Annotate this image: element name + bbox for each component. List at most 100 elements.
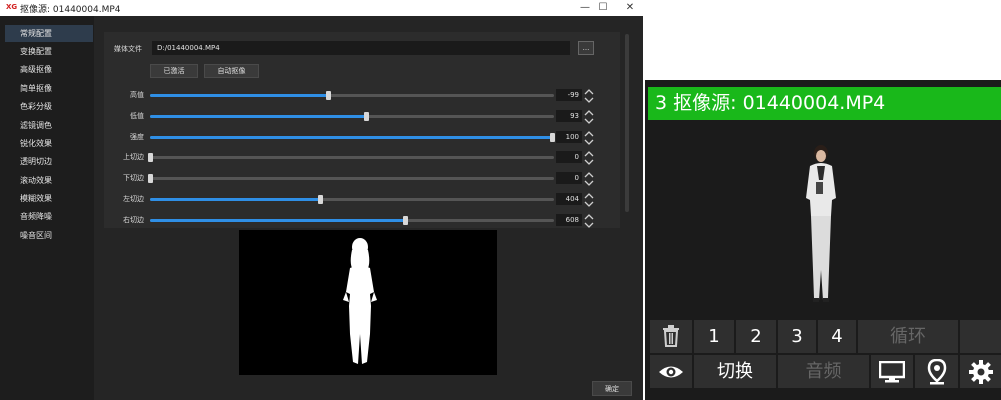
activated-button[interactable]: 已激活 [150, 64, 198, 78]
slider-handle[interactable] [549, 132, 555, 142]
auto-key-button[interactable]: 自动抠像 [204, 64, 259, 78]
sidebar-item-blur[interactable]: 模糊效果 [5, 190, 93, 207]
sidebar-item-denoise[interactable]: 音频降噪 [5, 208, 93, 225]
media-file-input[interactable] [152, 41, 570, 55]
visibility-button[interactable] [650, 355, 692, 388]
slider-handle[interactable] [325, 91, 331, 100]
left-crop-label: 左切边 [123, 195, 144, 203]
top-crop-label: 上切边 [123, 153, 144, 162]
eye-icon [659, 366, 683, 378]
delete-button[interactable] [650, 320, 692, 353]
low-value-slider[interactable] [150, 111, 554, 121]
sidebar-item-label: 变换配置 [20, 47, 52, 56]
high-value-label: 高值 [130, 91, 144, 99]
sidebar-item-sharpen[interactable]: 锐化效果 [5, 135, 93, 152]
loop-button[interactable]: 循环 [858, 320, 958, 353]
browse-button[interactable]: ... [578, 41, 594, 55]
location-button[interactable] [915, 355, 958, 388]
right-crop-label: 右切边 [123, 215, 144, 224]
top-crop-slider[interactable] [148, 153, 554, 163]
sidebar-item-label: 模糊效果 [20, 194, 52, 203]
top-crop-input[interactable]: 0 [556, 151, 582, 164]
sidebar-item-label: 锐化效果 [20, 139, 52, 148]
scrollbar[interactable] [625, 34, 629, 212]
display-button[interactable] [871, 355, 913, 388]
sidebar-item-general[interactable]: 常规配置 [5, 25, 93, 42]
sidebar-item-scroll[interactable]: 滚动效果 [5, 172, 93, 189]
slider-handle[interactable] [317, 195, 323, 204]
left-crop-slider[interactable] [150, 195, 554, 204]
slider-fill [150, 114, 367, 118]
sidebar-item-label: 滚动效果 [20, 176, 52, 185]
spin-arrows-icon[interactable] [584, 150, 594, 166]
high-value-input[interactable]: -99 [556, 89, 582, 101]
sidebar-item-label: 色彩分级 [20, 102, 52, 111]
monitor-icon [878, 360, 906, 383]
monitor-title: 3 抠像源: 01440004.MP4 [655, 92, 886, 114]
sidebar-item-label: 常规配置 [20, 29, 52, 38]
slider-handle[interactable] [402, 215, 408, 225]
app-logo: XG [6, 3, 18, 11]
sidebar: 常规配置 变换配置 高级抠像 简单抠像 色彩分级 滤镜调色 锐化效果 透明切边 … [0, 16, 94, 400]
low-value-label: 低值 [130, 111, 144, 120]
close-button[interactable]: ✕ [620, 1, 640, 15]
strength-slider[interactable] [150, 132, 555, 142]
sidebar-item-label: 音频降噪 [20, 212, 52, 221]
bottom-crop-label: 下切边 [123, 174, 144, 183]
gear-icon [968, 360, 993, 384]
sidebar-item-simple-key[interactable]: 简单抠像 [5, 80, 93, 97]
sidebar-item-crop[interactable]: 透明切边 [5, 153, 93, 170]
right-crop-input[interactable]: 608 [556, 213, 582, 226]
slider-fill [150, 198, 320, 201]
sidebar-item-label: 透明切边 [20, 157, 52, 166]
sidebar-item-color-grading[interactable]: 色彩分级 [5, 98, 93, 115]
slider-fill [150, 135, 552, 139]
sidebar-item-noise-range[interactable]: 噪音区间 [5, 227, 93, 244]
slider-handle[interactable] [364, 111, 370, 121]
spin-arrows-icon[interactable] [584, 109, 594, 124]
sidebar-item-label: 简单抠像 [20, 84, 52, 93]
media-file-label: 媒体文件 [114, 45, 142, 53]
spin-arrows-icon[interactable] [584, 130, 594, 145]
channel-1-button[interactable]: 1 [694, 320, 734, 353]
spin-arrows-icon[interactable] [584, 88, 594, 103]
settings-button[interactable] [960, 355, 1001, 388]
slider-handle[interactable] [148, 174, 153, 184]
spin-arrows-icon[interactable] [584, 213, 594, 228]
maximize-button[interactable]: ☐ [593, 1, 613, 15]
spin-arrows-icon[interactable] [584, 171, 594, 187]
location-pin-icon [927, 358, 946, 385]
channel-2-button[interactable]: 2 [736, 320, 776, 353]
sidebar-item-advanced-key[interactable]: 高级抠像 [5, 61, 93, 78]
window-title: 抠像源: 01440004.MP4 [20, 5, 121, 15]
monitor-title-bar: 3 抠像源: 01440004.MP4 [648, 87, 1001, 120]
high-value-slider[interactable] [150, 91, 554, 100]
bottom-crop-slider[interactable] [148, 174, 554, 184]
key-preview [239, 230, 497, 375]
slider-handle[interactable] [148, 153, 153, 163]
sidebar-item-transform[interactable]: 变换配置 [5, 43, 93, 60]
spin-arrows-icon[interactable] [584, 192, 594, 207]
ok-button[interactable]: 确定 [592, 381, 632, 396]
strength-input[interactable]: 100 [556, 130, 582, 143]
channel-3-button[interactable]: 3 [778, 320, 816, 353]
bottom-crop-input[interactable]: 0 [556, 172, 582, 185]
right-crop-slider[interactable] [150, 215, 554, 225]
presenter-image [806, 145, 836, 302]
sidebar-item-label: 噪音区间 [20, 231, 52, 240]
silhouette-image [343, 238, 377, 364]
sidebar-item-filter[interactable]: 滤镜调色 [5, 117, 93, 134]
audio-button[interactable]: 音频 [778, 355, 869, 388]
sidebar-item-label: 高级抠像 [20, 65, 52, 74]
switch-button[interactable]: 切换 [694, 355, 776, 388]
sidebar-item-label: 滤镜调色 [20, 121, 52, 130]
minimize-button[interactable]: — [575, 1, 595, 15]
low-value-input[interactable]: 93 [556, 109, 582, 122]
empty-slot [960, 320, 1001, 353]
channel-4-button[interactable]: 4 [818, 320, 856, 353]
trash-icon [663, 325, 679, 347]
strength-label: 强度 [130, 132, 144, 141]
left-crop-input[interactable]: 404 [556, 193, 582, 205]
slider-fill [150, 218, 405, 222]
monitor-preview [648, 120, 1001, 318]
